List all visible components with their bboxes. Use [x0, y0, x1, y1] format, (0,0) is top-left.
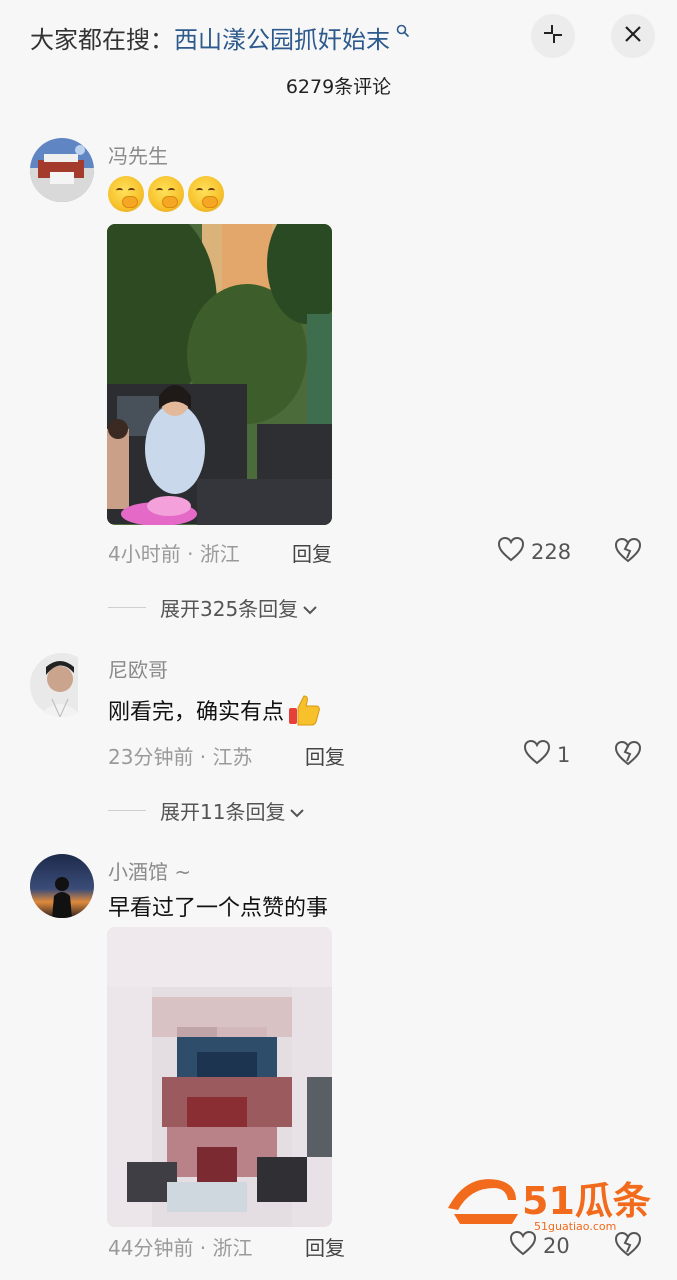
top-bar: 大家都在搜：西山漾公园抓奸始末: [0, 0, 677, 70]
comment-body: 早看过了一个点赞的事: [108, 896, 329, 921]
avatar[interactable]: [30, 854, 94, 918]
comment-location: 浙江: [199, 542, 240, 566]
comment-image[interactable]: [107, 927, 332, 1227]
collapse-button[interactable]: [531, 14, 575, 58]
comment-time: 23分钟前: [108, 745, 194, 769]
like-button[interactable]: 228: [497, 536, 571, 567]
reply-button[interactable]: 回复: [292, 538, 332, 567]
thumbs-up-emoji-icon: [286, 692, 322, 734]
close-button[interactable]: [611, 14, 655, 58]
hot-search-prefix: 大家都在搜：: [30, 26, 174, 54]
avatar[interactable]: [30, 138, 94, 202]
comment-meta: 44分钟前 · 浙江: [108, 1232, 253, 1261]
divider: [108, 607, 146, 608]
hot-search-query[interactable]: 西山漾公园抓奸始末: [174, 26, 390, 54]
collapse-icon: [542, 23, 564, 49]
avatar[interactable]: [30, 653, 94, 717]
chevron-down-icon: [298, 596, 318, 620]
comment-text: 刚看完，确实有点: [108, 692, 322, 734]
broken-heart-icon: [613, 740, 643, 771]
comment-time: 4小时前: [108, 542, 181, 566]
like-count: 228: [531, 539, 572, 564]
heart-icon: [497, 536, 531, 567]
smirk-emoji-icon: [108, 176, 144, 212]
smirk-emoji-icon: [148, 176, 184, 212]
broken-heart-icon: [613, 537, 643, 568]
watermark-logo: 51瓜条 51guatiao.com: [446, 1170, 656, 1233]
close-icon: [624, 25, 642, 47]
divider: [108, 810, 146, 811]
smirk-emoji-icon: [188, 176, 224, 212]
comment-count: 6279条评论: [285, 76, 392, 98]
comment-username[interactable]: 尼欧哥: [108, 654, 168, 683]
watermark-url: 51guatiao.com: [534, 1220, 616, 1232]
comment-location: 江苏: [212, 745, 253, 769]
broken-heart-icon: [613, 1231, 643, 1262]
reply-button[interactable]: 回复: [305, 1232, 345, 1261]
watermark-brand: 51瓜条: [522, 1179, 651, 1223]
comment-location: 浙江: [212, 1236, 253, 1260]
expand-replies-button[interactable]: 展开11条回复: [108, 796, 305, 825]
meta-separator: ·: [193, 1236, 213, 1260]
dislike-button[interactable]: [613, 536, 643, 568]
expand-replies-label: 展开11条回复: [160, 800, 286, 824]
dislike-button[interactable]: [613, 739, 643, 771]
hot-search-banner[interactable]: 大家都在搜：西山漾公园抓奸始末: [30, 20, 410, 55]
expand-replies-label: 展开325条回复: [160, 597, 299, 621]
like-button[interactable]: 1: [523, 739, 570, 770]
heart-icon: [509, 1230, 543, 1261]
search-icon: [392, 24, 410, 42]
comment-meta: 23分钟前 · 江苏: [108, 741, 253, 770]
heart-icon: [523, 739, 557, 770]
chevron-down-icon: [285, 799, 305, 823]
expand-replies-button[interactable]: 展开325条回复: [108, 593, 318, 622]
comment-username[interactable]: 冯先生: [108, 140, 168, 169]
comment-image[interactable]: [107, 224, 332, 525]
like-count: 20: [543, 1233, 570, 1258]
dislike-button[interactable]: [613, 1230, 643, 1262]
reply-button[interactable]: 回复: [305, 741, 345, 770]
comment-body: 刚看完，确实有点: [108, 700, 285, 725]
comment-username[interactable]: 小酒馆 ~: [108, 856, 191, 885]
comment-meta: 4小时前 · 浙江: [108, 538, 240, 567]
like-count: 1: [557, 742, 571, 767]
meta-separator: ·: [193, 745, 213, 769]
meta-separator: ·: [180, 542, 200, 566]
comment-emojis: [108, 176, 228, 212]
like-button[interactable]: 20: [509, 1230, 570, 1261]
comment-time: 44分钟前: [108, 1236, 194, 1260]
